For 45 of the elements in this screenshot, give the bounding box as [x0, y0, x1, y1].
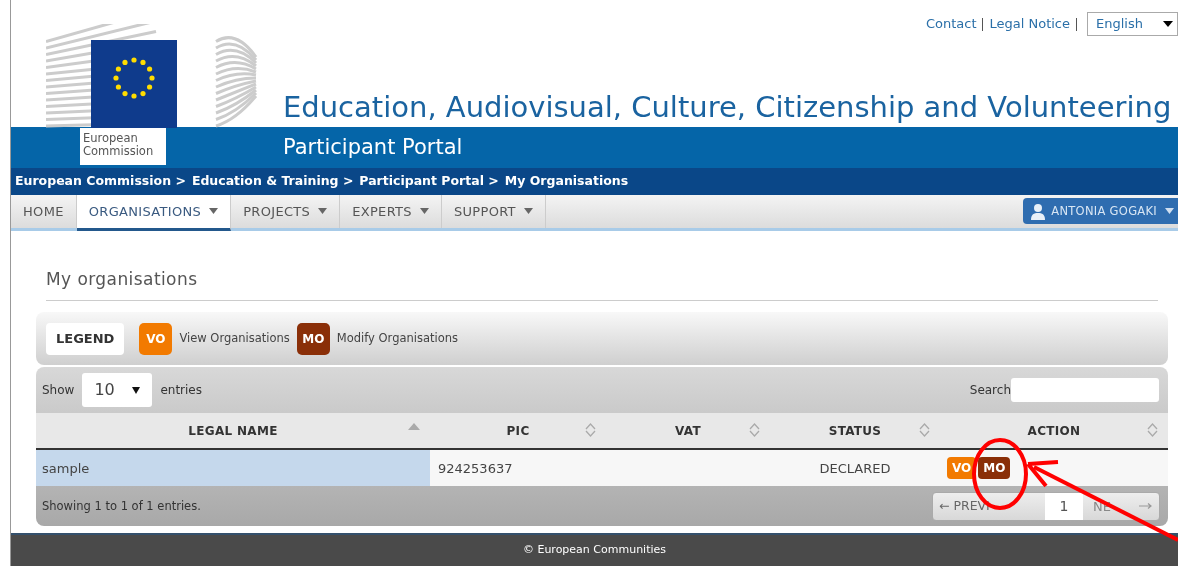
column-header[interactable]: VAT — [606, 413, 770, 449]
page-button[interactable]: 1 — [1045, 492, 1083, 520]
search-label: Search — [969, 382, 1011, 400]
length-label: Show — [42, 382, 75, 400]
breadcrumb-link[interactable]: Education & Training > — [191, 172, 354, 192]
table-cell-text: 924253637 — [438, 459, 513, 478]
column-header[interactable]: LEGAL NAME — [36, 413, 430, 449]
arrow-right-icon — [1139, 503, 1153, 510]
table-cell-text: sample — [42, 459, 90, 478]
breadcrumb-link[interactable]: Participant Portal > — [359, 172, 499, 192]
user-icon — [1031, 202, 1046, 220]
flag-icon — [91, 40, 177, 128]
page-title: My organisations — [46, 267, 199, 291]
dropdown-caret-icon — [132, 386, 141, 394]
logo-text: European Commission — [80, 128, 166, 165]
caret-icon — [1165, 208, 1174, 215]
header-link[interactable]: Legal Notice — [989, 14, 1070, 34]
nav-tab[interactable]: HOME — [11, 195, 77, 228]
column-header[interactable]: STATUS — [770, 413, 940, 449]
footer-text: © European Communities — [522, 542, 667, 559]
table-cell-text: DECLARED — [819, 459, 891, 478]
nav-tab[interactable]: SUPPORT — [441, 195, 546, 228]
action-badge[interactable]: MO — [978, 457, 1011, 480]
legend-text: Modify Organisations — [336, 330, 459, 348]
legend-badge: VO — [139, 322, 173, 355]
user-menu[interactable]: ANTONIA GOGAKI — [1023, 198, 1178, 225]
nav-tab[interactable]: PROJECTS — [231, 195, 341, 228]
legend-label: LEGEND — [46, 323, 125, 355]
site-title: Education, Audiovisual, Culture, Citizenship and Volunteering — [283, 89, 1172, 126]
table-info: Showing 1 to 1 of 1 entries. — [42, 497, 201, 515]
breadcrumb-link[interactable]: My Organisations — [504, 172, 629, 192]
legend-text: View Organisations — [179, 330, 290, 348]
nav-tab[interactable]: EXPERTS — [340, 195, 442, 228]
column-header[interactable]: ACTION — [940, 413, 1168, 449]
page-size-select[interactable]: 10 — [82, 373, 153, 408]
search-field[interactable] — [1011, 378, 1159, 403]
length-label: entries — [160, 382, 202, 400]
column-header[interactable]: PIC — [430, 413, 606, 449]
legend-badge: MO — [296, 322, 330, 355]
language-select[interactable]: English — [1087, 12, 1178, 36]
portal-title: Participant Portal — [283, 133, 463, 161]
dropdown-caret-icon — [1163, 21, 1173, 27]
nav-tab[interactable]: ORGANISATIONS — [76, 195, 232, 231]
breadcrumb-link[interactable]: European Commission > — [15, 172, 186, 192]
header-link[interactable]: Contact — [925, 14, 977, 34]
